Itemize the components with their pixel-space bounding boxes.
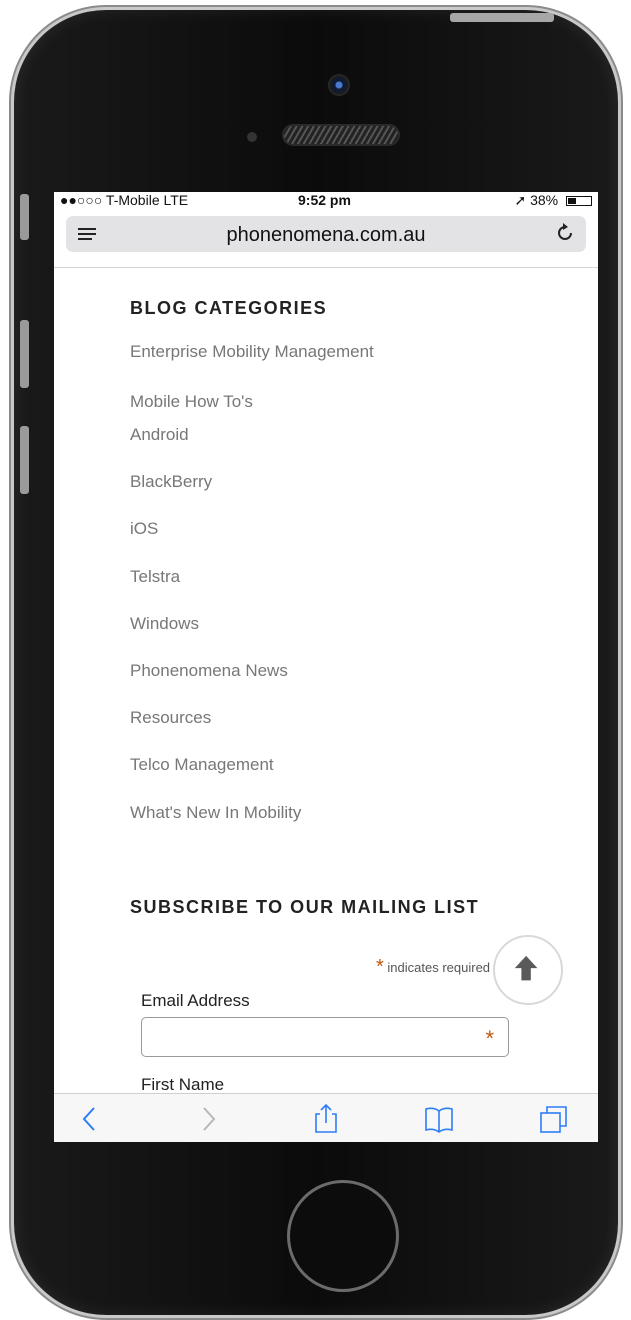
screen: ●●○○○ T-Mobile LTE 9:52 pm ➚ 38% phoneno… — [54, 192, 598, 1142]
email-required-star: * — [485, 1026, 494, 1051]
url-text[interactable]: phonenomena.com.au — [66, 224, 586, 247]
category-link[interactable]: iOS — [130, 519, 158, 539]
status-bar: ●●○○○ T-Mobile LTE 9:52 pm ➚ 38% — [54, 192, 598, 212]
category-link[interactable]: Phonenomena News — [130, 661, 288, 681]
category-link[interactable]: What's New In Mobility — [130, 803, 301, 823]
category-link[interactable]: Android — [130, 425, 189, 445]
subscribe-title: SUBSCRIBE TO OUR MAILING LIST — [130, 897, 480, 917]
required-star: * — [376, 956, 384, 978]
chevron-right-icon[interactable] — [192, 1104, 224, 1134]
home-button[interactable] — [287, 1180, 399, 1292]
mute-switch — [20, 194, 29, 240]
location-icon: ➚ — [514, 192, 527, 208]
volume-up-button — [20, 320, 29, 388]
category-link[interactable]: Telco Management — [130, 755, 274, 775]
browser-toolbar — [54, 1093, 598, 1142]
earpiece-speaker — [284, 126, 398, 144]
carrier-label: ●●○○○ T-Mobile LTE — [60, 192, 189, 208]
scroll-to-top-button[interactable] — [493, 935, 563, 1005]
front-camera — [328, 74, 350, 96]
email-field[interactable]: * — [141, 1017, 509, 1057]
category-link[interactable]: Enterprise Mobility Management — [130, 342, 374, 362]
header-divider — [54, 267, 598, 268]
required-note: * indicates required — [376, 956, 491, 983]
category-link[interactable]: Resources — [130, 708, 211, 728]
category-link[interactable]: Windows — [130, 614, 199, 634]
chevron-left-icon[interactable] — [74, 1104, 106, 1134]
volume-down-button — [20, 426, 29, 494]
battery-fill — [568, 198, 576, 205]
battery-icon — [566, 196, 592, 207]
tabs-icon[interactable] — [538, 1104, 570, 1134]
email-label: Email Address — [141, 991, 250, 1010]
category-link[interactable]: BlackBerry — [130, 472, 212, 492]
arrow-up-icon — [514, 955, 538, 981]
address-bar[interactable]: phonenomena.com.au — [66, 216, 586, 252]
required-note-text: indicates required — [383, 960, 491, 975]
category-link[interactable]: Mobile How To's — [130, 392, 253, 412]
book-icon[interactable] — [423, 1104, 455, 1134]
first-name-label: First Name — [141, 1075, 225, 1094]
reload-icon[interactable] — [554, 222, 576, 244]
battery-percent: 38% — [530, 192, 559, 208]
category-link[interactable]: Telstra — [130, 567, 180, 587]
clock: 9:52 pm — [298, 192, 351, 208]
status-right: ➚ 38% — [514, 192, 592, 209]
proximity-sensor — [247, 132, 257, 142]
blog-categories-title: BLOG CATEGORIES — [130, 298, 328, 318]
power-button — [450, 13, 554, 22]
share-icon[interactable] — [310, 1104, 342, 1134]
